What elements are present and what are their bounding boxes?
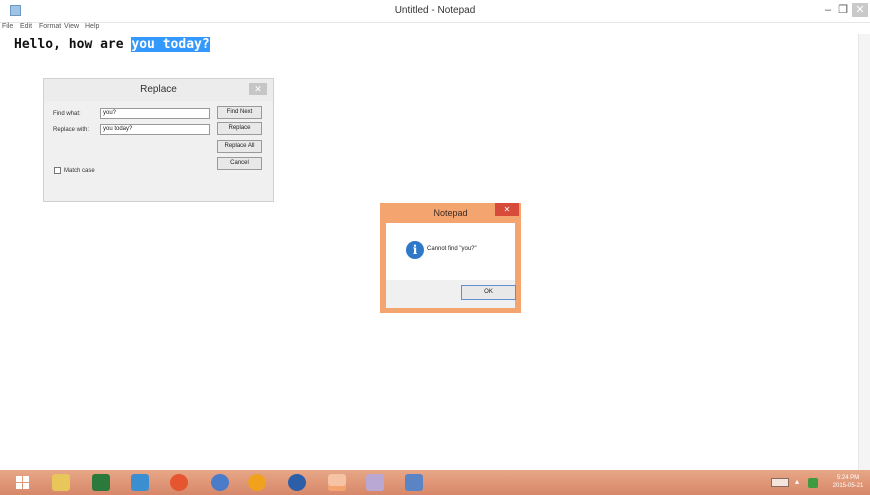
message-text: Cannot find "you?" [427, 246, 477, 252]
match-case-checkbox[interactable] [54, 167, 61, 174]
message-box-body: i Cannot find "you?" [386, 223, 515, 280]
menu-help[interactable]: Help [85, 23, 99, 30]
cancel-button[interactable]: Cancel [217, 157, 262, 170]
minimize-button[interactable]: – [821, 3, 835, 17]
notepad-screen: Untitled - Notepad – ❐ ✕ File Edit Forma… [0, 0, 870, 495]
find-next-button[interactable]: Find Next [217, 106, 262, 119]
notepad-taskbar-icon[interactable] [328, 474, 346, 491]
window-app-icon[interactable] [405, 474, 423, 491]
menu-file[interactable]: File [2, 23, 13, 30]
keyboard-tray-icon[interactable] [771, 478, 789, 487]
title-bar: Untitled - Notepad – ❐ ✕ [0, 0, 870, 23]
chrome-icon[interactable] [170, 474, 188, 491]
menu-view[interactable]: View [64, 23, 79, 30]
window-title: Untitled - Notepad [394, 5, 476, 16]
replace-dialog-close-button[interactable]: ✕ [249, 83, 267, 95]
maximize-button[interactable]: ❐ [836, 3, 850, 17]
menu-edit[interactable]: Edit [20, 23, 32, 30]
menu-format[interactable]: Format [39, 23, 61, 30]
close-button[interactable]: ✕ [852, 3, 868, 17]
notepad-message-box: Notepad i Cannot find "you?" OK [380, 203, 521, 313]
replace-with-label: Replace with: [53, 127, 90, 133]
match-case-label: Match case [64, 168, 95, 174]
replace-button[interactable]: Replace [217, 122, 262, 135]
photo-app-icon[interactable] [131, 474, 149, 491]
file-explorer-icon[interactable] [52, 474, 70, 491]
ok-button[interactable]: OK [461, 285, 516, 300]
clock-time: 5:24 PM [836, 475, 860, 481]
message-box-close-button[interactable]: ✕ [495, 203, 519, 216]
find-what-input[interactable]: you? [100, 108, 210, 119]
info-icon: i [406, 241, 424, 259]
replace-dialog-title: Replace [44, 79, 273, 101]
replace-all-button[interactable]: Replace All [217, 140, 262, 153]
find-what-label: Find what: [53, 111, 81, 117]
vertical-scrollbar[interactable] [858, 34, 870, 470]
media-player-icon[interactable] [248, 474, 266, 491]
menu-bar: File Edit Format View Help [0, 22, 870, 34]
replace-with-input[interactable]: you today? [100, 124, 210, 135]
editor-content[interactable]: Hello, how are you today? [14, 37, 210, 52]
tray-expand-icon[interactable]: ▴ [795, 477, 799, 486]
editor-text-plain: Hello, how are [14, 37, 132, 52]
start-windows-icon[interactable] [16, 476, 30, 489]
camera-app-icon[interactable] [288, 474, 306, 491]
messenger-icon[interactable] [211, 474, 229, 491]
editor-text-selected: you today? [131, 37, 210, 52]
clock-date: 2015-05-21 [832, 483, 864, 489]
network-tray-icon[interactable] [808, 478, 818, 488]
message-box-footer: OK [386, 280, 516, 308]
taskbar-clock[interactable]: 5:24 PM 2015-05-21 [828, 474, 868, 490]
word-icon[interactable] [92, 474, 110, 491]
taskbar: ▴ 5:24 PM 2015-05-21 [0, 470, 870, 495]
replace-dialog: Replace ✕ Find what: you? Replace with: … [43, 78, 274, 202]
paint-icon[interactable] [366, 474, 384, 491]
